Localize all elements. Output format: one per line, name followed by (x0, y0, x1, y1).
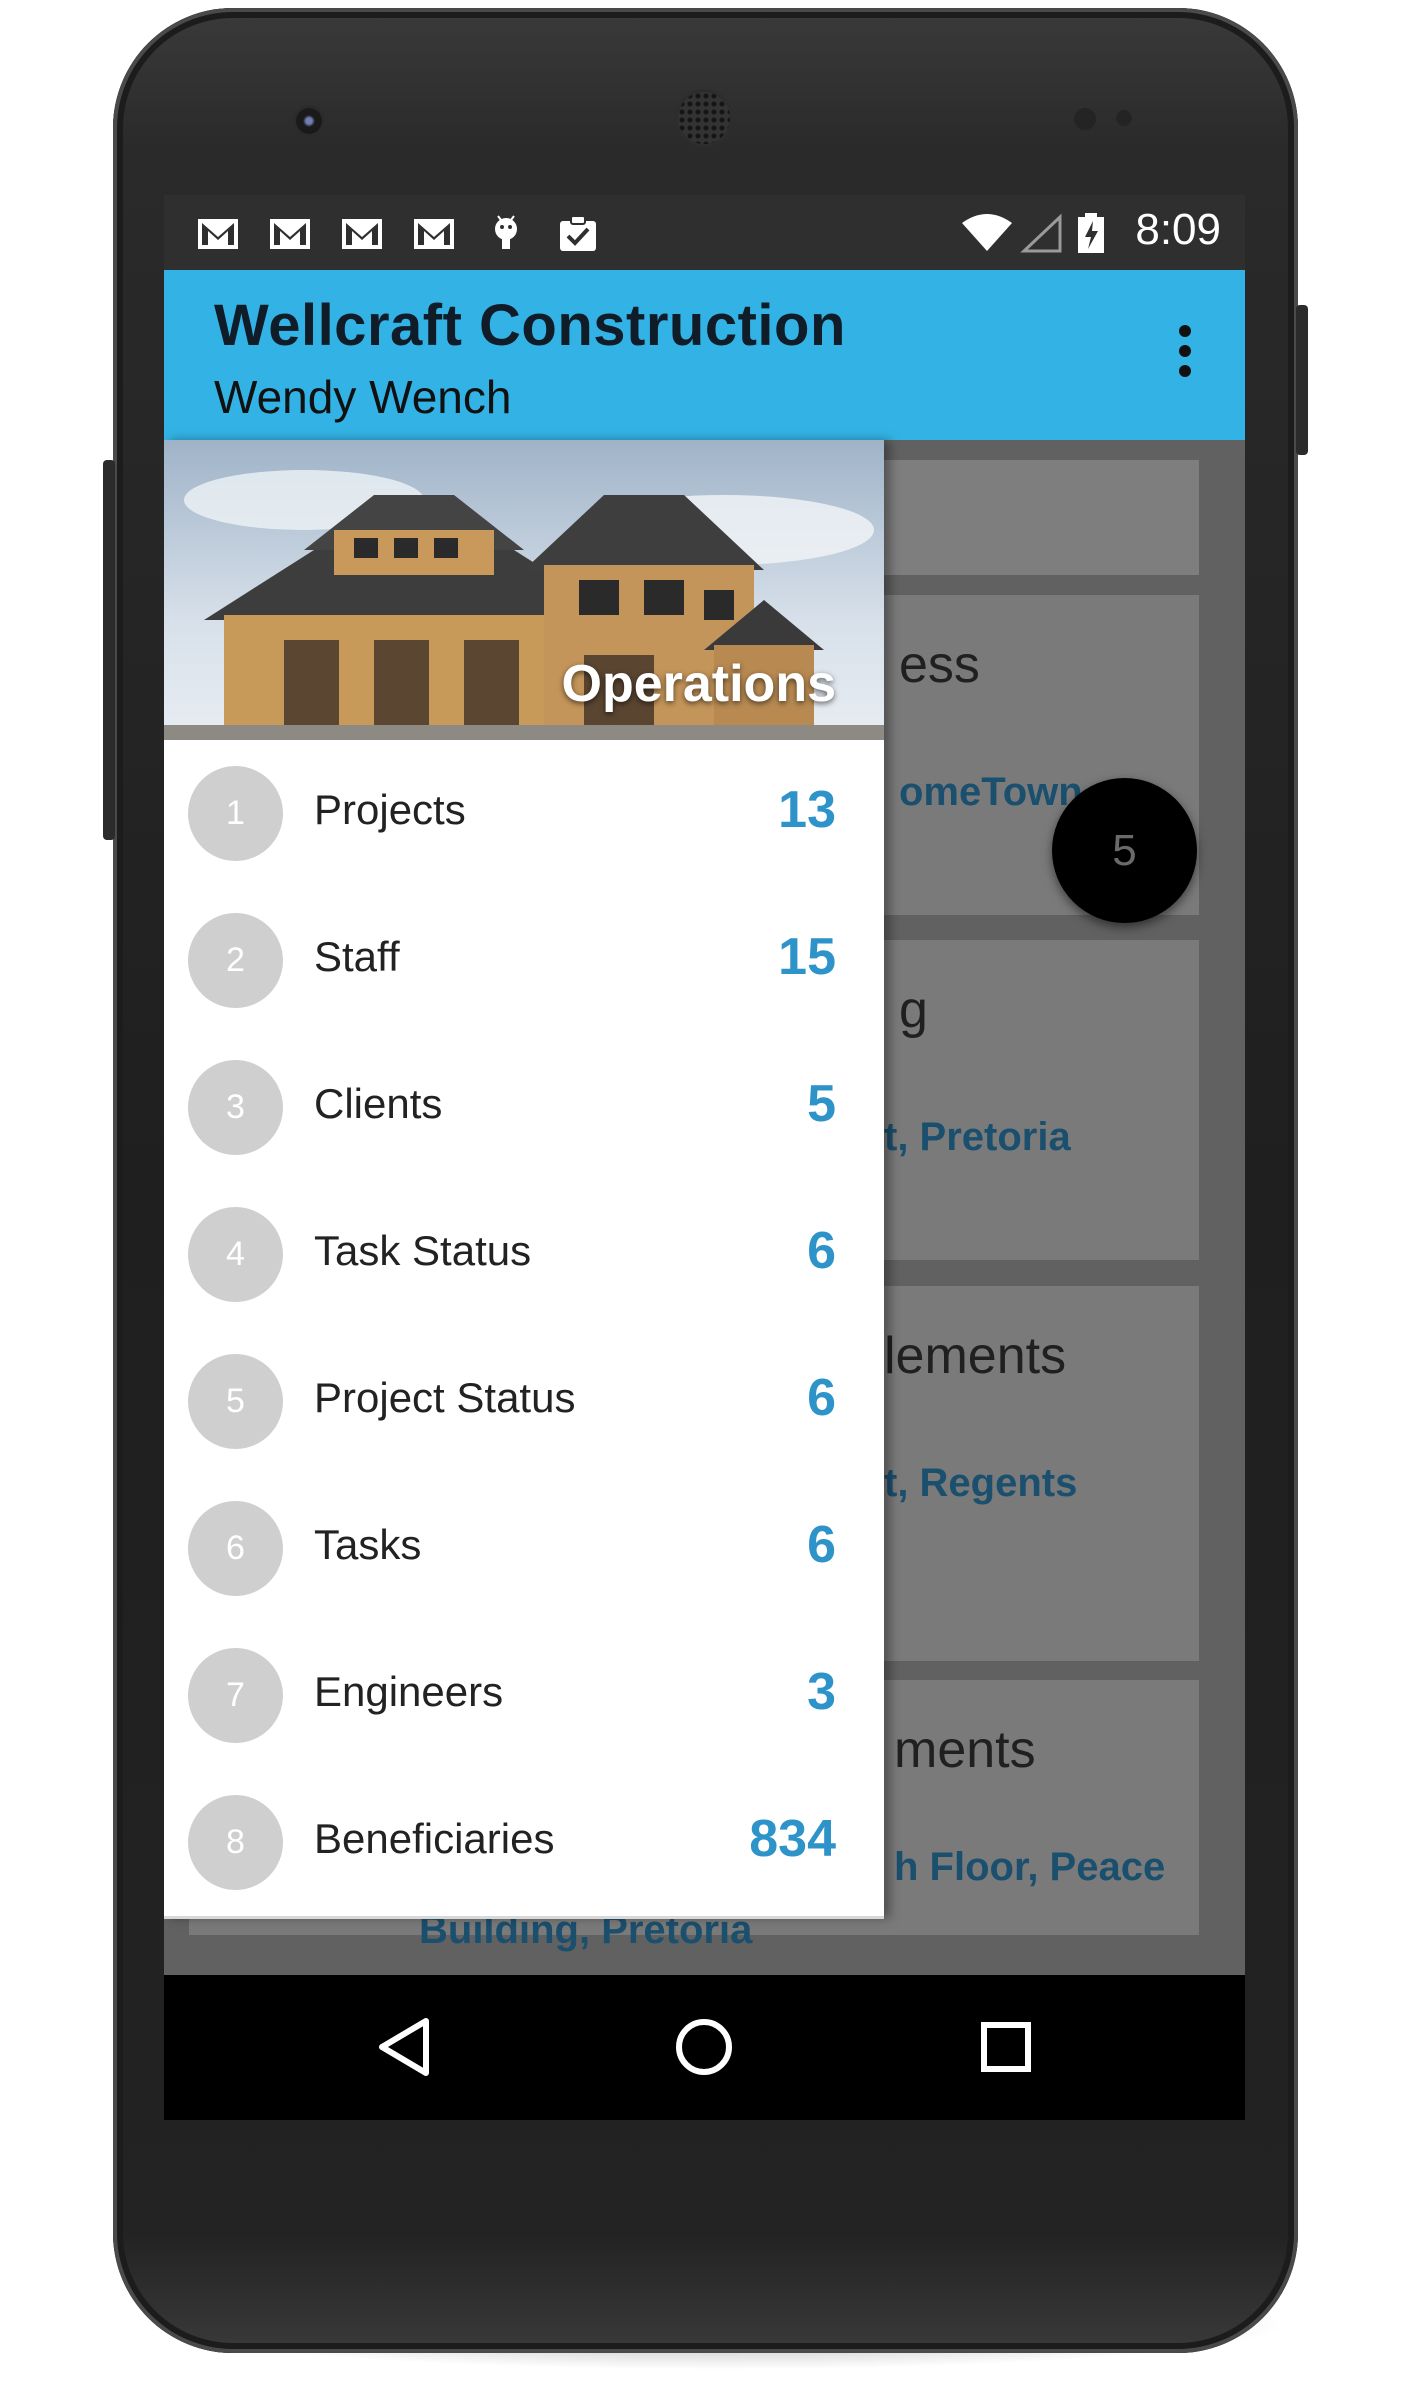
status-time: 8:09 (1135, 205, 1221, 254)
recents-icon[interactable] (974, 2015, 1038, 2079)
wifi-icon (962, 214, 1012, 251)
item-index-badge: 5 (188, 1354, 283, 1449)
list-item-address: t, Regents (884, 1461, 1078, 1505)
navigation-drawer: Operations 1 Projects 13 2 Staff 15 3 Cl… (164, 440, 884, 1919)
item-index-badge: 7 (188, 1648, 283, 1743)
item-label: Project Status (314, 1374, 576, 1421)
item-index-badge: 6 (188, 1501, 283, 1596)
list-item-title: g (899, 981, 928, 1039)
item-index-badge: 1 (188, 766, 283, 861)
app-bar: Wellcraft Construction Wendy Wench (164, 270, 1245, 440)
drawer-item-staff[interactable]: 2 Staff 15 (164, 887, 884, 1037)
signal-icon (1020, 213, 1062, 253)
list-item-address: omeTown (899, 770, 1083, 814)
item-count: 15 (778, 928, 836, 986)
item-label: Engineers (314, 1668, 504, 1715)
item-count: 834 (749, 1810, 836, 1868)
drawer-item-tasks[interactable]: 6 Tasks 6 (164, 1475, 884, 1625)
app-title: Wellcraft Construction (214, 293, 846, 358)
item-index-badge: 4 (188, 1207, 283, 1302)
gmail-icon (342, 219, 382, 249)
status-bar: 8:09 (164, 195, 1245, 270)
clipboard-check-icon (560, 215, 596, 251)
item-label: Beneficiaries (314, 1815, 555, 1862)
drawer-item-projects[interactable]: 1 Projects 13 (164, 740, 884, 890)
front-camera (296, 108, 322, 134)
proximity-sensor (1074, 108, 1096, 130)
home-icon[interactable] (672, 2015, 736, 2079)
item-index-badge: 3 (188, 1060, 283, 1155)
item-label: Clients (314, 1080, 443, 1127)
app-subtitle: Wendy Wench (214, 371, 512, 423)
drawer-item-beneficiaries[interactable]: 8 Beneficiaries 834 (164, 1769, 884, 1919)
item-label: Staff (314, 933, 400, 980)
battery-charging-icon (1078, 213, 1104, 253)
power-button (1296, 305, 1308, 455)
floating-action-button[interactable]: 5 (1052, 778, 1197, 923)
drawer-item-engineers[interactable]: 7 Engineers 3 (164, 1622, 884, 1772)
drawer-item-project-status[interactable]: 5 Project Status 6 (164, 1328, 884, 1478)
list-item-address: t, Pretoria (884, 1115, 1071, 1159)
item-count: 6 (807, 1516, 836, 1574)
earpiece-speaker (678, 92, 730, 144)
volume-button (103, 460, 115, 840)
screen: 8:09 Wellcraft Construction Wendy Wench … (164, 195, 1245, 2120)
item-label: Tasks (314, 1521, 422, 1568)
item-count: 13 (778, 781, 836, 839)
android-icon (495, 215, 517, 249)
list-item-address: h Floor, Peace (894, 1845, 1166, 1889)
more-vert-icon[interactable] (1173, 325, 1197, 385)
item-index-badge: 8 (188, 1795, 283, 1890)
item-count: 6 (807, 1369, 836, 1427)
drawer-item-task-status[interactable]: 4 Task Status 6 (164, 1181, 884, 1331)
item-label: Task Status (314, 1227, 532, 1274)
gmail-icon (198, 219, 238, 249)
item-label: Projects (314, 786, 466, 833)
item-count: 5 (807, 1075, 836, 1133)
drawer-header: Operations (164, 440, 884, 740)
gmail-icon (414, 219, 454, 249)
item-count: 6 (807, 1222, 836, 1280)
drawer-header-title: Operations (561, 655, 837, 713)
item-count: 3 (807, 1663, 836, 1721)
list-item-title: ments (894, 1721, 1036, 1779)
gmail-icon (270, 219, 310, 249)
drawer-item-clients[interactable]: 3 Clients 5 (164, 1034, 884, 1184)
light-sensor (1116, 110, 1132, 126)
list-item-title: ess (899, 636, 980, 694)
item-index-badge: 2 (188, 913, 283, 1008)
system-nav-bar (164, 1975, 1245, 2120)
back-icon[interactable] (374, 2015, 438, 2079)
list-item-title: lements (884, 1327, 1067, 1385)
